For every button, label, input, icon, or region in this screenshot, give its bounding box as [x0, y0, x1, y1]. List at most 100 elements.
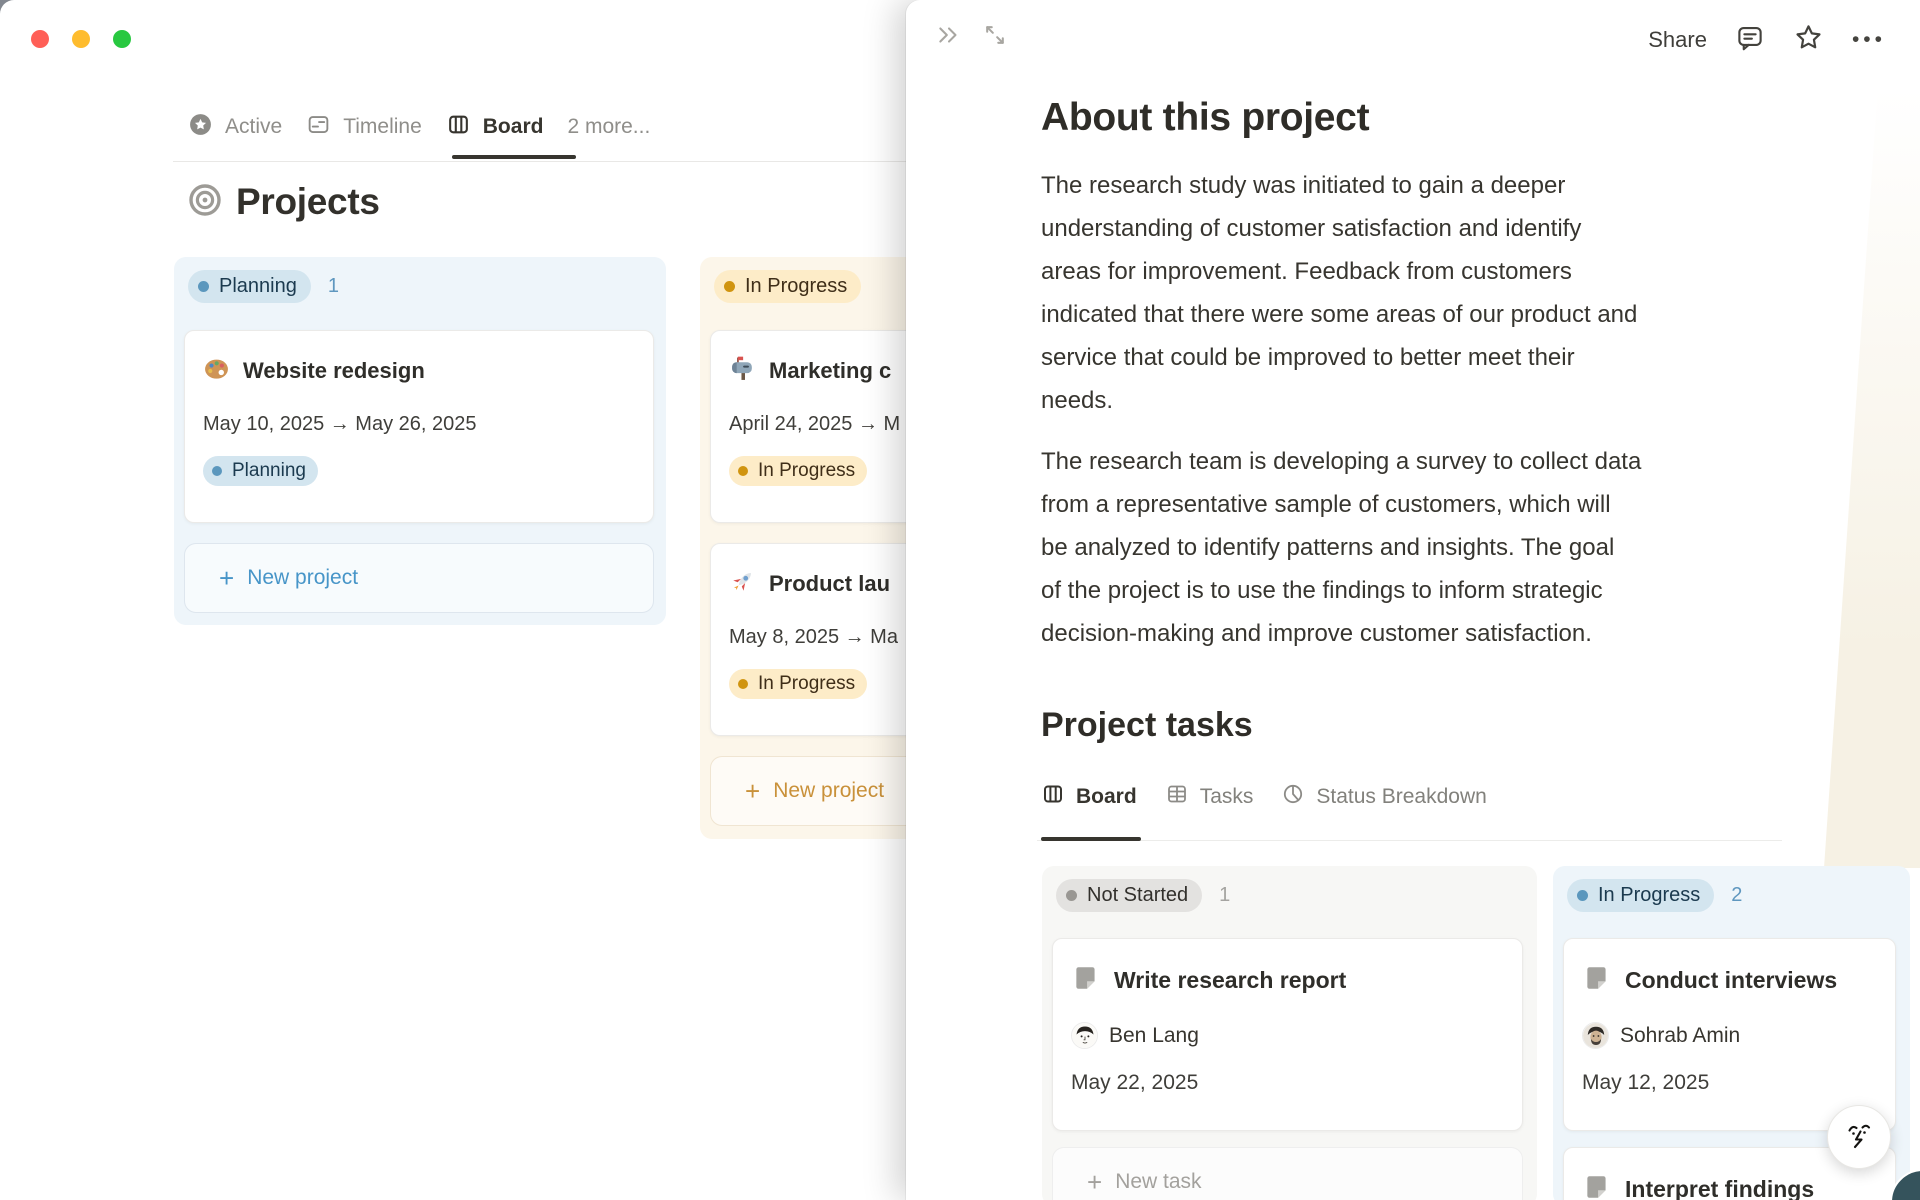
status-pill-planning[interactable]: Planning — [188, 270, 311, 303]
card-title: Write research report — [1114, 967, 1347, 993]
tab-label: Board — [1076, 785, 1137, 808]
page-icon — [1582, 963, 1612, 998]
plus-icon: + — [745, 776, 761, 806]
page-title[interactable]: Projects — [236, 181, 380, 223]
notion-window: Active Timeline Board 2 more... Projects — [0, 0, 1920, 1200]
task-view-tabs: Board Tasks Status Breakdown — [1041, 782, 1487, 812]
comments-icon[interactable] — [1735, 23, 1765, 58]
tab-board[interactable]: Board — [446, 112, 543, 143]
card-title: Conduct interviews — [1625, 967, 1838, 993]
card-title: Product lau — [769, 571, 891, 596]
table-icon — [1165, 782, 1189, 812]
status-label: In Progress — [758, 673, 856, 694]
avatar-ben-lang — [1071, 1022, 1098, 1049]
task-tabs-divider — [1037, 840, 1782, 841]
assignee-row: Sohrab Amin — [1582, 1022, 1877, 1049]
close-button[interactable] — [31, 30, 49, 48]
column-header: Not Started 1 — [1056, 879, 1230, 912]
page-title-row: Projects — [188, 181, 380, 223]
mailbox-icon — [729, 355, 756, 387]
card-status-pill: In Progress — [729, 669, 868, 699]
panel-toolbar-left — [936, 22, 1008, 53]
tab-active[interactable]: Active — [188, 112, 282, 143]
status-pill-in-progress[interactable]: In Progress — [714, 270, 862, 303]
rocket-icon — [729, 568, 756, 600]
assignee-name: Sohrab Amin — [1620, 1023, 1741, 1047]
tab-status-breakdown[interactable]: Status Breakdown — [1281, 782, 1487, 812]
tab-label: Status Breakdown — [1316, 785, 1487, 808]
target-icon — [188, 183, 222, 222]
task-card-conduct-interviews[interactable]: Conduct interviews Sohrab Amin May 12, 2… — [1563, 938, 1896, 1131]
avatar-sohrab-amin — [1582, 1022, 1609, 1049]
about-paragraph-1: The research study was initiated to gain… — [1041, 172, 1638, 414]
card-title: Marketing c — [769, 358, 892, 383]
status-pill-in-progress[interactable]: In Progress — [1567, 879, 1715, 912]
favorite-star-icon[interactable] — [1793, 22, 1824, 58]
expand-page-icon[interactable] — [982, 22, 1008, 53]
status-dot — [724, 281, 735, 292]
new-project-button[interactable]: + New project — [184, 543, 654, 613]
tab-label: Timeline — [343, 115, 422, 138]
task-column-not-started: Not Started 1 Write research report Ben … — [1042, 866, 1537, 1200]
column-header: In Progress 2 — [1567, 879, 1742, 912]
palette-icon — [203, 355, 230, 387]
zoom-button[interactable] — [113, 30, 131, 48]
about-heading: About this project — [1041, 96, 1370, 139]
project-tasks-heading: Project tasks — [1041, 706, 1253, 744]
card-date: May 22, 2025 — [1071, 1071, 1199, 1094]
column-count: 1 — [1219, 884, 1231, 906]
status-dot — [738, 466, 748, 476]
column-header: Planning 1 — [188, 270, 339, 303]
status-label: In Progress — [758, 460, 856, 481]
status-label: Planning — [219, 275, 297, 297]
card-title: Interpret findings — [1625, 1176, 1815, 1200]
page-icon — [1071, 963, 1101, 998]
notion-ai-button[interactable] — [1827, 1105, 1891, 1169]
ai-gradient-beam — [1824, 88, 1920, 868]
status-pill-not-started[interactable]: Not Started — [1056, 879, 1203, 912]
task-card-write-research-report[interactable]: Write research report Ben Lang May 22, 2… — [1052, 938, 1523, 1131]
assignee-row: Ben Lang — [1071, 1022, 1504, 1049]
card-dates: May 10, 2025 → May 26, 2025 — [203, 413, 477, 435]
tab-task-list[interactable]: Tasks — [1165, 782, 1254, 812]
status-dot — [212, 466, 222, 476]
assignee-name: Ben Lang — [1109, 1023, 1199, 1047]
tab-label: Active — [225, 115, 283, 138]
board-column-planning: Planning 1 Website redesign May 10, 2025… — [174, 257, 666, 625]
tab-label: 2 more... — [567, 115, 651, 138]
status-dot — [738, 679, 748, 689]
plus-icon: + — [219, 563, 235, 593]
column-count: 1 — [327, 275, 339, 297]
page-icon — [1582, 1172, 1612, 1200]
pie-chart-icon — [1281, 782, 1305, 812]
status-label: In Progress — [1598, 884, 1701, 906]
status-label: Planning — [232, 460, 306, 481]
status-label: In Progress — [745, 275, 848, 297]
side-peek-panel: Share ••• About this project The researc… — [906, 0, 1920, 1200]
collapse-panel-icon[interactable] — [936, 22, 962, 53]
column-count: 2 — [1731, 884, 1743, 906]
card-title: Website redesign — [243, 358, 425, 383]
tab-more[interactable]: 2 more... — [567, 115, 650, 139]
board-icon — [446, 112, 471, 143]
plus-icon: + — [1087, 1167, 1103, 1197]
minimize-button[interactable] — [72, 30, 90, 48]
status-label: Not Started — [1087, 884, 1189, 906]
new-project-label: New project — [247, 566, 359, 589]
window-controls — [31, 30, 131, 48]
tab-label: Tasks — [1199, 785, 1254, 808]
new-task-label: New task — [1115, 1170, 1202, 1193]
new-task-button[interactable]: + New task — [1052, 1147, 1523, 1200]
card-status-pill: Planning — [203, 456, 318, 486]
star-circle-icon — [188, 112, 213, 143]
project-card-website-redesign[interactable]: Website redesign May 10, 2025 → May 26, … — [184, 330, 654, 523]
tab-task-board[interactable]: Board — [1041, 782, 1137, 812]
more-options-icon[interactable]: ••• — [1852, 28, 1886, 52]
status-dot — [1577, 890, 1588, 901]
card-date: May 12, 2025 — [1582, 1071, 1710, 1094]
ai-face-icon — [1841, 1117, 1877, 1158]
share-button[interactable]: Share — [1648, 27, 1707, 53]
column-header: In Progress — [714, 270, 862, 303]
tab-timeline[interactable]: Timeline — [306, 112, 422, 143]
about-paragraph-2: The research team is developing a survey… — [1041, 448, 1642, 647]
